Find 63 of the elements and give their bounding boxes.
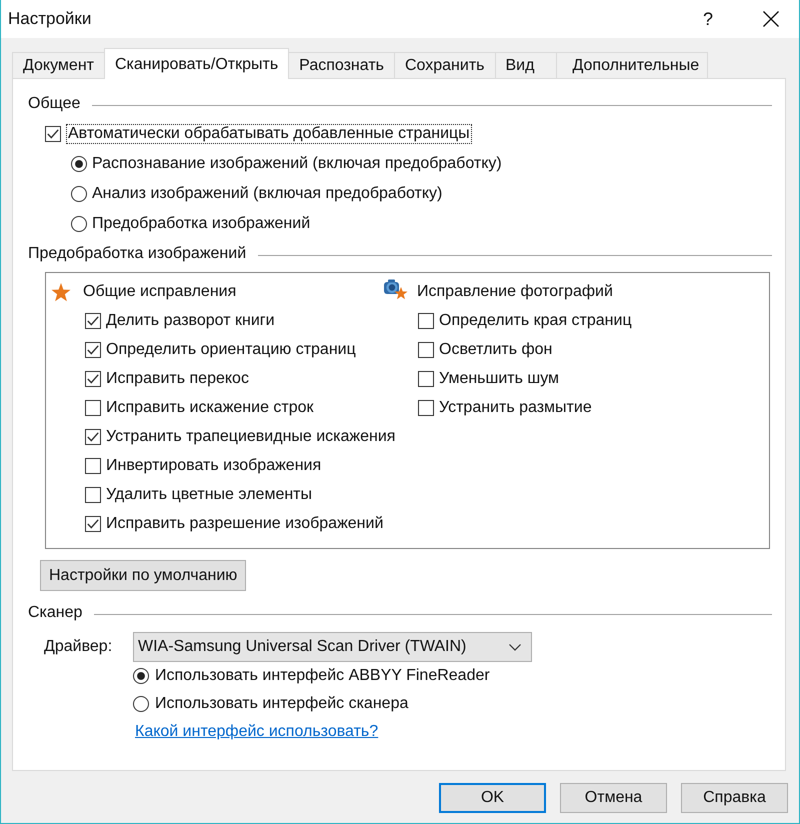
window-title: Настройки <box>8 9 92 29</box>
dialog-button[interactable]: Отмена <box>560 783 667 813</box>
checkmark-icon <box>47 129 59 139</box>
radio-button[interactable] <box>133 668 149 684</box>
section-heading: Сканер <box>28 604 82 622</box>
checkbox[interactable] <box>85 458 101 474</box>
radio-label[interactable]: Использовать интерфейс ABBYY FineReader <box>155 667 490 685</box>
checkbox[interactable] <box>85 312 101 328</box>
checkbox[interactable] <box>418 342 434 358</box>
radio-label[interactable]: Предобработка изображений <box>92 215 310 233</box>
dialog-button[interactable]: OK <box>439 783 546 813</box>
checkbox-label[interactable]: Удалить цветные элементы <box>106 486 312 504</box>
group-title: Исправление фотографий <box>417 283 613 301</box>
checkbox-label[interactable]: Определить края страниц <box>439 312 632 330</box>
checkbox-label[interactable]: Устранить трапециевидные искажения <box>106 428 396 446</box>
checkbox-label[interactable]: Автоматически обрабатывать добавленные страницы <box>66 124 472 144</box>
checkmark-icon <box>87 518 99 528</box>
checkbox-label[interactable]: Делить разворот книги <box>106 312 275 330</box>
group-title: Общие исправления <box>83 283 236 301</box>
checkbox[interactable] <box>85 516 101 532</box>
driver-dropdown[interactable]: WIA-Samsung Universal Scan Driver (TWAIN) <box>133 632 532 662</box>
tab[interactable]: Сканировать/Открыть <box>104 48 290 79</box>
checkbox[interactable] <box>85 486 101 502</box>
checkmark-icon <box>87 344 99 354</box>
checkmark-icon <box>87 374 99 384</box>
checkbox-label[interactable]: Исправить искажение строк <box>106 398 314 416</box>
chevron-down-icon <box>509 644 521 650</box>
close-icon[interactable] <box>763 11 779 27</box>
radio-button[interactable] <box>71 156 87 172</box>
checkbox[interactable] <box>45 126 61 142</box>
checkbox[interactable] <box>85 400 101 416</box>
dialog-button[interactable]: Справка <box>681 783 788 813</box>
radio-button[interactable] <box>71 216 87 232</box>
checkbox-label[interactable]: Осветлить фон <box>439 340 552 358</box>
checkbox[interactable] <box>418 400 434 416</box>
checkbox-label[interactable]: Инвертировать изображения <box>106 456 322 474</box>
checkbox-label[interactable]: Исправить разрешение изображений <box>106 514 384 532</box>
checkmark-icon <box>87 432 99 442</box>
radio-button[interactable] <box>71 186 87 202</box>
radio-button[interactable] <box>133 696 149 712</box>
checkmark-icon <box>87 316 99 326</box>
checkbox[interactable] <box>418 370 434 386</box>
checkbox[interactable] <box>418 312 434 328</box>
checkbox-label[interactable]: Исправить перекос <box>106 370 249 388</box>
radio-label[interactable]: Распознавание изображений (включая предобработку) <box>92 155 502 173</box>
tab[interactable]: Документ <box>12 52 105 78</box>
field-label: Драйвер: <box>44 638 114 656</box>
tab[interactable]: Дополнительные <box>556 52 708 78</box>
star-icon <box>51 282 71 302</box>
checkbox-label[interactable]: Устранить размытие <box>439 398 592 416</box>
radio-label[interactable]: Использовать интерфейс сканера <box>155 695 408 713</box>
checkbox-label[interactable]: Определить ориентацию страниц <box>106 340 356 358</box>
section-heading: Общее <box>28 95 80 113</box>
checkbox[interactable] <box>85 370 101 386</box>
radio-label[interactable]: Анализ изображений (включая предобработку) <box>92 185 442 203</box>
help-button[interactable]: ? <box>702 8 713 30</box>
reset-defaults-button[interactable]: Настройки по умолчанию <box>40 560 246 591</box>
lens-star-icon <box>384 279 408 301</box>
help-link[interactable]: Какой интерфейс использовать? <box>135 723 378 741</box>
checkbox-label[interactable]: Уменьшить шум <box>439 370 560 388</box>
checkbox[interactable] <box>85 428 101 444</box>
section-heading: Предобработка изображений <box>28 245 246 263</box>
checkbox[interactable] <box>85 342 101 358</box>
